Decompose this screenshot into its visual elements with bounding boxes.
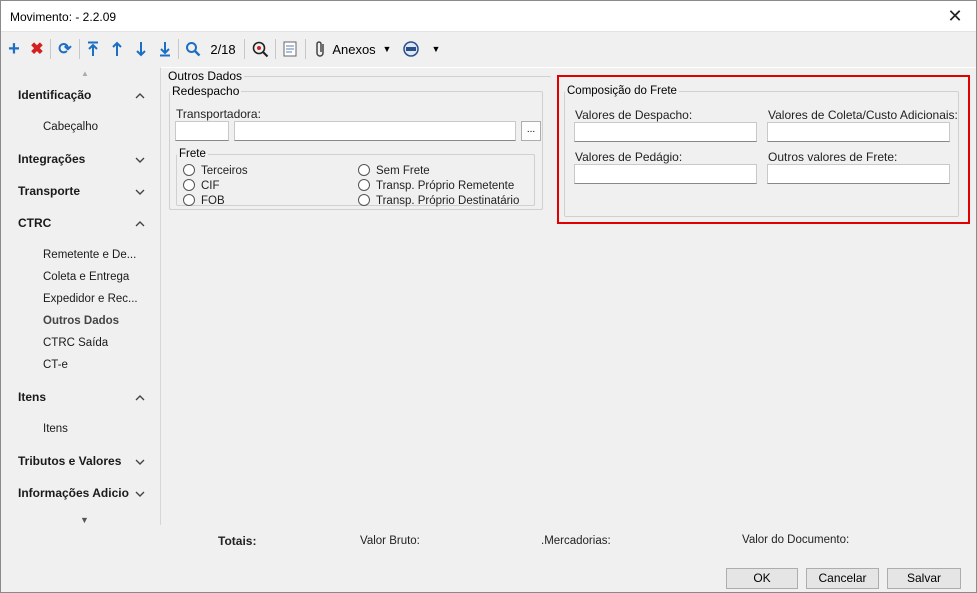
valores-coleta-label: Valores de Coleta/Custo Adicionais: — [768, 108, 958, 122]
chevron-up-icon[interactable] — [133, 89, 147, 103]
toolbar: + ✖ ⟳ 2/18 Anexos ▼ ▼ — [1, 33, 976, 65]
sidebar-section-informacoes[interactable]: Informações Adicio — [18, 486, 129, 500]
chevron-down-icon[interactable] — [133, 185, 147, 199]
chevron-down-icon[interactable] — [133, 487, 147, 501]
first-record-icon[interactable] — [84, 36, 102, 62]
frete-title: Frete — [179, 148, 206, 160]
radio-sem-frete[interactable] — [358, 164, 370, 176]
mercadorias-label: .Mercadorias: — [541, 535, 611, 547]
sidebar-section-itens[interactable]: Itens — [18, 390, 46, 404]
composicao-frete-title: Composição do Frete — [567, 85, 677, 97]
scroll-down-icon[interactable]: ▼ — [80, 515, 89, 525]
sidebar-item-cabecalho[interactable]: Cabeçalho — [43, 121, 98, 133]
radio-proprio-remetente-label: Transp. Próprio Remetente — [376, 180, 515, 192]
sidebar-item-expedidor[interactable]: Expedidor e Rec... — [43, 293, 138, 305]
radio-terceiros[interactable] — [183, 164, 195, 176]
valor-bruto-label: Valor Bruto: — [360, 535, 420, 547]
sidebar-item-ctrc-saida[interactable]: CTRC Saída — [43, 337, 108, 349]
report-icon[interactable] — [280, 36, 300, 62]
radio-cif-label: CIF — [201, 180, 220, 192]
delete-icon[interactable]: ✖ — [28, 36, 46, 62]
outros-valores-label: Outros valores de Frete: — [768, 150, 898, 164]
close-icon[interactable]: ✕ — [942, 4, 968, 28]
sidebar-item-outros-dados[interactable]: Outros Dados — [43, 315, 119, 327]
valores-pedagio-label: Valores de Pedágio: — [575, 150, 683, 164]
chevron-down-icon[interactable]: ▼ — [381, 36, 393, 62]
movimento-window: Movimento: - 2.2.09 ✕ + ✖ ⟳ 2/18 Anexos … — [0, 0, 977, 593]
radio-proprio-destinatario-label: Transp. Próprio Destinatário — [376, 195, 520, 207]
page-indicator: 2/18 — [210, 41, 236, 57]
sidebar-section-ctrc[interactable]: CTRC — [18, 216, 51, 230]
radio-sem-frete-label: Sem Frete — [376, 165, 430, 177]
search-icon[interactable] — [183, 36, 203, 62]
sidebar-section-integracoes[interactable]: Integrações — [18, 152, 85, 166]
transportadora-label: Transportadora: — [176, 107, 261, 121]
sidebar-section-identificacao[interactable]: Identificação — [18, 88, 91, 102]
toolbar-separator — [275, 39, 276, 59]
toolbar-separator — [305, 39, 306, 59]
sidebar-item-remetente[interactable]: Remetente e De... — [43, 249, 136, 261]
toolbar-separator — [50, 39, 51, 59]
sidebar-item-cte[interactable]: CT-e — [43, 359, 68, 371]
sidebar-item-itens[interactable]: Itens — [43, 423, 68, 435]
valores-coleta-input[interactable] — [767, 122, 950, 142]
radio-fob-label: FOB — [201, 195, 225, 207]
redespacho-title: Redespacho — [172, 84, 240, 98]
sidebar-item-coleta[interactable]: Coleta e Entrega — [43, 271, 129, 283]
last-record-icon[interactable] — [156, 36, 174, 62]
window-title: Movimento: - 2.2.09 — [10, 10, 117, 24]
toolbar-separator — [244, 39, 245, 59]
scroll-up-icon[interactable]: ▲ — [81, 69, 89, 78]
radio-proprio-destinatario[interactable] — [358, 194, 370, 206]
transportadora-code-input[interactable] — [175, 121, 229, 141]
refresh-icon[interactable]: ⟳ — [55, 36, 75, 62]
paperclip-icon[interactable] — [311, 36, 331, 62]
cancel-button[interactable]: Cancelar — [806, 568, 879, 589]
radio-proprio-remetente[interactable] — [358, 179, 370, 191]
valores-despacho-label: Valores de Despacho: — [575, 108, 693, 122]
radio-terceiros-label: Terceiros — [201, 165, 248, 177]
outros-dados-title: Outros Dados — [168, 69, 243, 83]
totals-label: Totais: — [218, 534, 257, 548]
advanced-search-icon[interactable] — [249, 36, 271, 62]
attachments-button[interactable]: Anexos — [332, 36, 376, 62]
chevron-up-icon[interactable] — [133, 391, 147, 405]
main-panel: Outros Dados Redespacho Transportadora: … — [160, 67, 976, 525]
sidebar-section-tributos[interactable]: Tributos e Valores — [18, 454, 121, 468]
valor-documento-label: Valor do Documento: — [742, 534, 850, 546]
transportadora-name-input[interactable] — [234, 121, 516, 141]
title-bar: Movimento: - 2.2.09 ✕ — [1, 1, 976, 32]
save-button[interactable]: Salvar — [887, 568, 961, 589]
outros-valores-input[interactable] — [767, 164, 950, 184]
next-record-icon[interactable] — [132, 36, 150, 62]
radio-cif[interactable] — [183, 179, 195, 191]
toolbar-separator — [79, 39, 80, 59]
chevron-down-icon[interactable]: ▼ — [430, 36, 442, 62]
ok-button[interactable]: OK — [726, 568, 798, 589]
add-icon[interactable]: + — [5, 36, 23, 62]
toolbar-separator — [178, 39, 179, 59]
chevron-down-icon[interactable] — [133, 455, 147, 469]
options-icon[interactable] — [400, 36, 422, 62]
radio-fob[interactable] — [183, 194, 195, 206]
sidebar: ▲ Identificação Cabeçalho Integrações Tr… — [1, 67, 159, 529]
chevron-up-icon[interactable] — [133, 217, 147, 231]
valores-despacho-input[interactable] — [574, 122, 757, 142]
chevron-down-icon[interactable] — [133, 153, 147, 167]
valores-pedagio-input[interactable] — [574, 164, 757, 184]
transportadora-lookup-button[interactable]: ... — [521, 121, 541, 141]
previous-record-icon[interactable] — [108, 36, 126, 62]
sidebar-section-transporte[interactable]: Transporte — [18, 184, 80, 198]
